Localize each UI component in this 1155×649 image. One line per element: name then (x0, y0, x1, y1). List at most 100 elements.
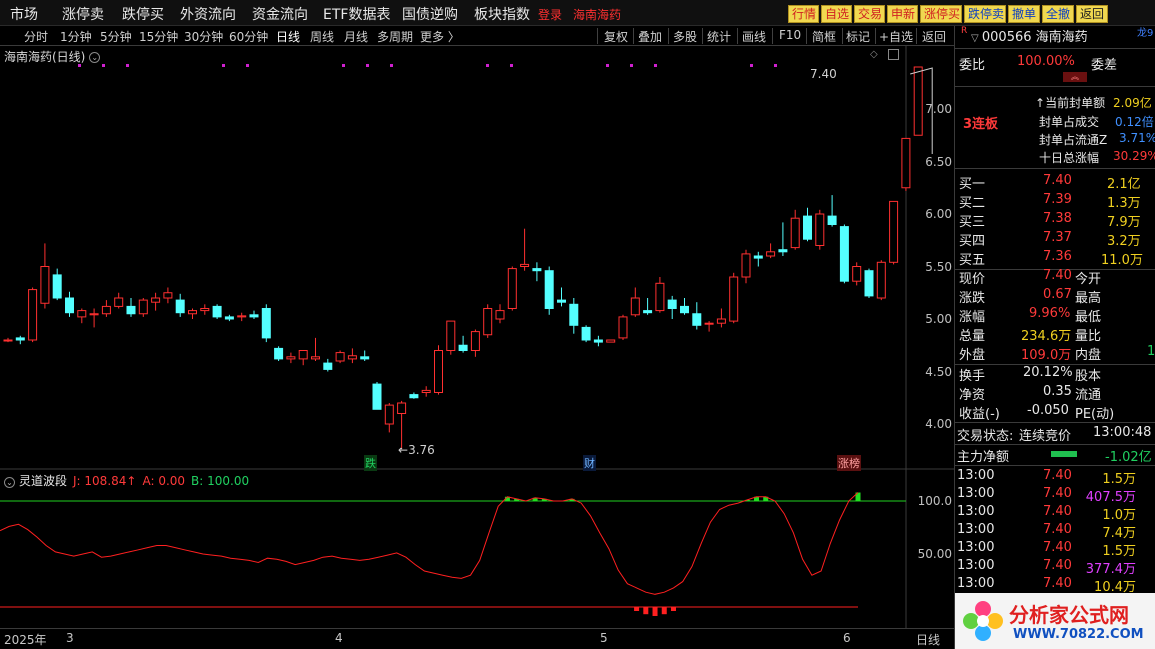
candle[interactable] (741, 249, 751, 284)
candle[interactable] (298, 350, 308, 366)
menu-capital-flow[interactable]: 资金流向 (252, 4, 308, 24)
candle[interactable] (557, 287, 566, 307)
candle[interactable] (753, 251, 763, 267)
candle[interactable] (458, 335, 468, 353)
candle[interactable] (163, 287, 173, 304)
marker-drop[interactable]: 跌 (364, 455, 377, 471)
period-weekly[interactable]: 周线 (310, 28, 334, 45)
date-period-label[interactable]: 日线 (916, 631, 940, 648)
candle[interactable] (470, 329, 480, 357)
candle[interactable] (40, 243, 50, 309)
tool-add-watchlist[interactable]: +自选 (879, 28, 913, 45)
candle[interactable] (347, 348, 357, 364)
candle[interactable] (852, 262, 862, 286)
candle[interactable] (384, 403, 394, 433)
candle[interactable] (593, 335, 603, 347)
candle[interactable] (101, 300, 111, 317)
candle[interactable] (15, 335, 25, 345)
cancel-order-button[interactable]: 撤单 (1008, 5, 1040, 23)
menu-reverse-repo[interactable]: 国债逆购 (402, 4, 458, 24)
candle[interactable] (655, 277, 665, 313)
marker-finance[interactable]: 财 (583, 455, 596, 471)
candle[interactable] (114, 292, 124, 309)
candle[interactable] (274, 346, 284, 361)
candle[interactable] (323, 358, 333, 372)
candle[interactable] (311, 337, 320, 361)
bid-row[interactable]: 买五 7.36 11.0万 (955, 248, 1155, 268)
period-intraday[interactable]: 分时 (24, 28, 48, 45)
candle[interactable] (876, 260, 886, 301)
candle[interactable] (680, 298, 689, 315)
collapse-icon[interactable]: ︽ (1063, 72, 1087, 82)
candle[interactable] (151, 292, 161, 311)
candle[interactable] (77, 308, 87, 324)
period-1min[interactable]: 1分钟 (60, 28, 92, 45)
chevron-down-icon[interactable]: ⌄ (4, 477, 15, 488)
period-5min[interactable]: 5分钟 (100, 28, 132, 45)
kline-chart[interactable] (0, 46, 954, 628)
candle[interactable] (335, 350, 345, 364)
period-30min[interactable]: 30分钟 (184, 28, 223, 45)
chevron-down-icon[interactable]: ⌄ (89, 52, 101, 63)
candle[interactable] (643, 298, 653, 315)
candle[interactable] (249, 310, 259, 319)
candle[interactable] (827, 195, 837, 227)
menu-foreign-flow[interactable]: 外资流向 (180, 4, 236, 24)
candle[interactable] (175, 293, 185, 317)
menu-limit-up-sell[interactable]: 涨停卖 (62, 4, 104, 24)
candle[interactable] (3, 337, 13, 343)
period-more[interactable]: 更多 〉 (420, 28, 460, 45)
candle[interactable] (901, 137, 911, 191)
quote-button[interactable]: 行情 (788, 5, 819, 23)
bid-row[interactable]: 买三 7.38 7.9万 (955, 210, 1155, 230)
candle[interactable] (778, 222, 788, 256)
candle[interactable] (889, 200, 899, 265)
diamond-icon[interactable]: ◇ (870, 49, 878, 60)
period-monthly[interactable]: 月线 (344, 28, 368, 45)
candle[interactable] (581, 325, 591, 343)
candle[interactable] (803, 207, 812, 242)
candle[interactable] (446, 320, 456, 355)
candle[interactable] (200, 304, 210, 315)
candle[interactable] (224, 314, 234, 322)
chevron-down-icon[interactable]: ▽ (971, 33, 982, 44)
candle[interactable] (434, 345, 443, 395)
candle[interactable] (815, 209, 825, 250)
menu-sector-index[interactable]: 板块指数 (474, 4, 530, 24)
tool-overlay[interactable]: 叠加 (638, 28, 662, 45)
period-multi[interactable]: 多周期 (377, 28, 413, 45)
candle[interactable] (520, 228, 530, 271)
candle[interactable] (532, 262, 542, 282)
candle[interactable] (212, 304, 222, 319)
tool-mark[interactable]: 标记 (846, 28, 870, 45)
candle[interactable] (704, 321, 714, 332)
candle[interactable] (360, 350, 370, 362)
candle[interactable] (483, 304, 493, 338)
candle[interactable] (52, 268, 62, 301)
candle[interactable] (28, 287, 38, 343)
candle[interactable] (261, 304, 271, 343)
bid-row[interactable]: 买二 7.39 1.3万 (955, 191, 1155, 211)
candle[interactable] (126, 298, 136, 317)
candle[interactable] (569, 298, 579, 334)
candle[interactable] (409, 392, 419, 399)
tool-simple-frame[interactable]: 简框 (812, 28, 836, 45)
candle[interactable] (237, 312, 247, 322)
candle[interactable] (138, 298, 148, 317)
candle[interactable] (544, 266, 554, 315)
login-link[interactable]: 登录 (538, 6, 562, 23)
tool-f10[interactable]: F10 (779, 28, 801, 42)
candle[interactable] (188, 308, 197, 320)
tool-adjust[interactable]: 复权 (604, 28, 628, 45)
candle[interactable] (421, 386, 431, 397)
period-15min[interactable]: 15分钟 (139, 28, 178, 45)
candle[interactable] (729, 272, 739, 324)
candle[interactable] (839, 224, 849, 284)
candle[interactable] (667, 295, 677, 319)
candle[interactable] (692, 302, 702, 330)
tool-statistics[interactable]: 统计 (707, 28, 731, 45)
bid-row[interactable]: 买一 7.40 2.1亿 (955, 172, 1155, 192)
candle[interactable] (618, 314, 628, 340)
candle[interactable] (65, 291, 74, 317)
bid-row[interactable]: 买四 7.37 3.2万 (955, 229, 1155, 249)
